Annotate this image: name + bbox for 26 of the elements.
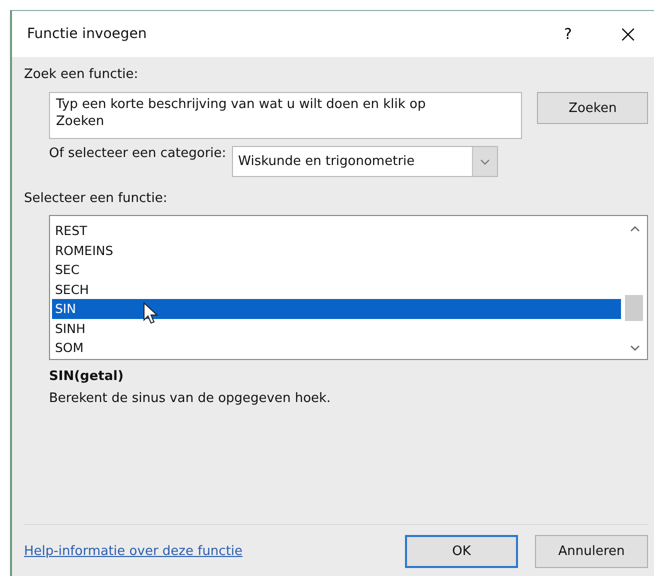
function-item[interactable]: SOM bbox=[52, 338, 621, 358]
help-link[interactable]: Help-informatie over deze functie bbox=[24, 544, 243, 558]
function-item[interactable]: SECH bbox=[52, 280, 621, 299]
scrollbar-thumb[interactable] bbox=[625, 295, 643, 321]
cancel-button[interactable]: Annuleren bbox=[535, 534, 648, 568]
function-list-label: Selecteer een functie: bbox=[24, 191, 168, 206]
close-button[interactable]: × bbox=[616, 20, 640, 48]
help-button[interactable]: ? bbox=[558, 25, 578, 43]
function-syntax: SIN(getal) bbox=[49, 369, 124, 384]
function-item[interactable]: ROMEINS bbox=[52, 240, 621, 260]
function-item[interactable]: SIN bbox=[52, 299, 621, 318]
scroll-down-icon[interactable] bbox=[630, 345, 640, 351]
function-item[interactable]: SEC bbox=[52, 260, 621, 280]
category-dropdown[interactable]: Wiskunde en trigonometrie bbox=[232, 146, 498, 177]
ok-button[interactable]: OK bbox=[405, 534, 518, 568]
function-item[interactable]: SINH bbox=[52, 318, 621, 338]
mouse-pointer-icon bbox=[143, 302, 159, 324]
function-item[interactable]: REST bbox=[52, 221, 621, 240]
search-label: Zoek een functie: bbox=[24, 67, 138, 82]
chevron-down-icon bbox=[480, 158, 490, 164]
search-field[interactable]: Typ een korte beschrijving van wat u wilt doen en klik op Zoeken bbox=[49, 92, 522, 139]
function-description: Berekent de sinus van de opgegeven hoek. bbox=[49, 391, 331, 406]
window-title: Functie invoegen bbox=[27, 26, 148, 42]
scroll-up-icon[interactable] bbox=[630, 226, 640, 232]
category-label: Of selecteer een categorie: bbox=[49, 146, 226, 161]
search-button[interactable]: Zoeken bbox=[537, 92, 648, 124]
